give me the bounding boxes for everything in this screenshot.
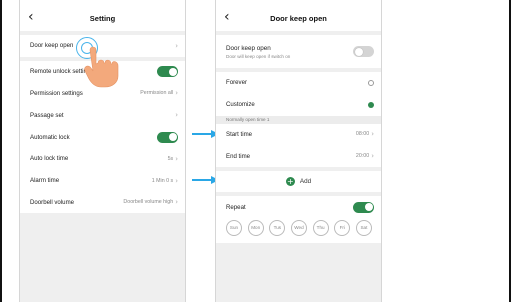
settings-item-label: Passage set — [30, 111, 64, 119]
back-arrow-icon[interactable]: ‹ — [224, 9, 230, 25]
chevron-right-icon: › — [175, 198, 178, 207]
settings-toggle[interactable] — [157, 66, 178, 78]
settings-item-label: Automatic lock — [30, 133, 70, 141]
repeat-toggle[interactable] — [353, 201, 374, 213]
settings-item-label: Auto lock time — [30, 155, 69, 163]
back-arrow-icon[interactable]: ‹ — [28, 9, 34, 25]
weekday-chip[interactable]: Tus — [269, 219, 286, 236]
chevron-right-icon: › — [371, 130, 374, 139]
door-keep-open-label: Door keep open — [226, 44, 271, 52]
tap-hand-icon — [84, 46, 119, 88]
weekday-chip[interactable]: Sun — [226, 219, 242, 236]
settings-toggle[interactable] — [157, 131, 178, 143]
chevron-right-icon: › — [175, 154, 178, 163]
chevron-right-icon: › — [175, 41, 178, 50]
settings-item-label: Permission settings — [30, 89, 83, 97]
weekday-chip[interactable]: Wed — [290, 219, 307, 236]
chevron-right-icon: › — [175, 89, 178, 98]
door-keep-open-hint: Door will keep open if switch on — [226, 53, 291, 59]
settings-item[interactable]: Alarm time 1 Min 0 s › — [20, 170, 185, 192]
chevron-right-icon: › — [175, 111, 178, 120]
start-time-value: 08:00 — [355, 131, 370, 138]
settings-item-value: Doorbell volume high — [123, 199, 174, 206]
page-title: Setting — [89, 13, 116, 23]
nav-bar: ‹ Door keep open — [216, 5, 381, 31]
repeat-label: Repeat — [226, 203, 246, 211]
end-time-label: End time — [226, 152, 251, 160]
option-forever[interactable]: Forever — [216, 72, 381, 94]
add-label: Add — [299, 178, 312, 186]
option-customize[interactable]: Customize — [216, 94, 381, 116]
weekday-chip[interactable]: Sat — [355, 219, 372, 236]
settings-item-value: 1 Min 0 s — [151, 177, 174, 184]
repeat-item: Repeat — [216, 196, 381, 218]
settings-item-value: 5s — [167, 155, 174, 162]
page-title: Door keep open — [270, 13, 327, 23]
section-header: Normally open time 1 — [216, 115, 381, 124]
settings-item[interactable]: Auto lock time 5s › — [20, 148, 185, 170]
radio-unchecked-icon[interactable] — [368, 79, 374, 86]
end-time-value: 20:00 — [355, 153, 370, 160]
settings-item-label: Doorbell volume — [30, 198, 75, 206]
option-customize-label: Customize — [226, 101, 255, 109]
settings-item-label: Alarm time — [30, 177, 60, 185]
mode-options: Forever Customize — [216, 72, 381, 116]
start-time-item[interactable]: Start time 08:00 › — [216, 124, 381, 146]
chevron-right-icon: › — [175, 176, 178, 185]
settings-item[interactable]: Passage set › — [20, 104, 185, 126]
door-keep-open-screen: ‹ Door keep open Door keep open Door wil… — [215, 0, 382, 302]
door-keep-open-setting: Door keep open Door will keep open if sw… — [216, 35, 381, 68]
door-keep-open-toggle[interactable] — [353, 46, 374, 57]
radio-checked-icon[interactable] — [368, 101, 374, 108]
weekday-chip[interactable]: Thu — [312, 219, 329, 236]
settings-item[interactable]: Automatic lock — [20, 126, 185, 148]
weekday-chip[interactable]: Mon — [247, 219, 264, 236]
settings-item-value: Permission all — [140, 90, 174, 97]
option-forever-label: Forever — [226, 79, 247, 87]
left-edge-bar — [0, 0, 2, 302]
start-time-label: Start time — [226, 130, 253, 138]
plus-icon: + — [285, 177, 295, 187]
nav-bar: ‹ Setting — [20, 5, 185, 31]
right-edge-bar — [509, 0, 511, 302]
settings-item[interactable]: Doorbell volume Doorbell volume high › — [20, 192, 185, 214]
end-time-item[interactable]: End time 20:00 › — [216, 145, 381, 167]
weekday-selector: Sun Mon Tus Wed Thu Fri Sat — [216, 217, 381, 243]
chevron-right-icon: › — [371, 152, 374, 161]
add-time-button[interactable]: + Add — [216, 171, 381, 193]
weekday-chip[interactable]: Fri — [334, 219, 351, 236]
